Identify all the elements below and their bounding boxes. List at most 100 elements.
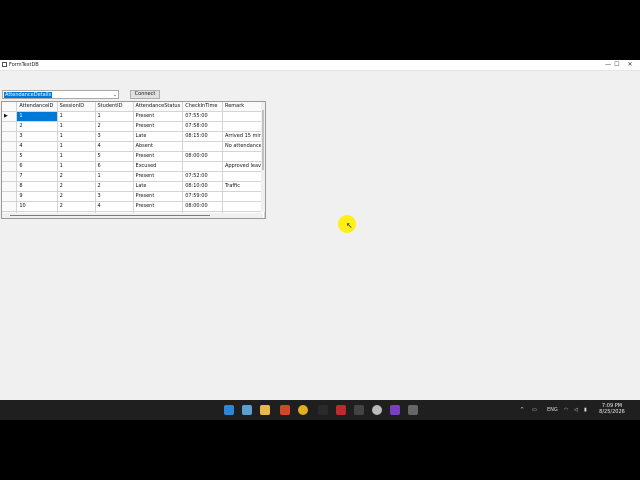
grid-cell[interactable]: 07:59:00 (182, 191, 223, 203)
connect-button[interactable]: Connect (130, 90, 160, 99)
row-header[interactable]: ▶ (2, 111, 18, 123)
grid-cell[interactable]: Present (133, 151, 184, 163)
table-row[interactable]: 4 1 4 Absent No attendance (2, 141, 265, 153)
grid-cell[interactable]: Absent (133, 141, 184, 153)
grid-cell[interactable]: 1 (16, 111, 58, 123)
visual-studio-icon[interactable] (390, 405, 400, 415)
grid-cell[interactable]: 1 (57, 131, 96, 143)
table-row[interactable]: 3 1 3 Late 08:15:00 Arrived 15 min (2, 131, 265, 143)
grid-cell[interactable] (222, 201, 265, 213)
battery-icon[interactable]: ▮ (584, 405, 587, 415)
grid-cell[interactable]: Traffic (222, 181, 265, 193)
grid-cell[interactable]: 3 (95, 191, 134, 203)
grid-cell[interactable]: Present (133, 191, 184, 203)
chevron-down-icon[interactable]: ⌄ (113, 91, 117, 99)
grid-cell[interactable]: 4 (16, 141, 58, 153)
grid-cell[interactable] (182, 141, 223, 153)
row-header[interactable] (2, 141, 18, 153)
grid-cell[interactable]: 1 (95, 111, 134, 123)
grid-cell[interactable]: Late (133, 181, 184, 193)
app-icon-2[interactable] (318, 405, 328, 415)
grid-cell[interactable] (222, 151, 265, 163)
grid-cell[interactable]: Arrived 15 min (222, 131, 265, 143)
grid-cell[interactable]: 07:58:00 (182, 121, 223, 133)
app-icon-5[interactable] (372, 405, 382, 415)
table-row[interactable]: ▶ 1 1 1 Present 07:55:00 (2, 111, 265, 123)
grid-cell[interactable]: 2 (16, 121, 58, 133)
grid-cell[interactable]: 10 (16, 201, 58, 213)
grid-cell[interactable]: 1 (57, 111, 96, 123)
grid-cell[interactable]: 1 (57, 151, 96, 163)
taskbar-clock[interactable]: 7:09 PM 8/25/2026 (592, 403, 632, 415)
grid-cell[interactable]: 07:55:00 (182, 111, 223, 123)
grid-cell[interactable]: 08:10:00 (182, 181, 223, 193)
grid-cell[interactable]: 2 (57, 201, 96, 213)
language-indicator[interactable]: ENG (547, 405, 558, 415)
grid-cell[interactable]: 08:00:00 (182, 151, 223, 163)
grid-cell[interactable]: 5 (95, 151, 134, 163)
file-explorer-icon[interactable] (260, 405, 270, 415)
data-grid[interactable]: AttendanceID SessionID StudentID Attenda… (1, 101, 266, 219)
grid-cell[interactable]: Present (133, 201, 184, 213)
grid-cell[interactable]: 07:52:00 (182, 171, 223, 183)
close-button[interactable]: ✕ (622, 60, 638, 70)
table-row[interactable]: 2 1 2 Present 07:58:00 (2, 121, 265, 133)
horizontal-scrollbar[interactable] (2, 213, 263, 218)
grid-cell[interactable]: 7 (16, 171, 58, 183)
widgets-icon[interactable] (242, 405, 252, 415)
tray-chevron-icon[interactable]: ^ (520, 405, 524, 415)
grid-cell[interactable]: 2 (95, 121, 134, 133)
grid-cell[interactable] (222, 191, 265, 203)
grid-cell[interactable]: Approved leav (222, 161, 265, 173)
grid-cell[interactable]: 2 (95, 181, 134, 193)
grid-cell[interactable]: 4 (95, 141, 134, 153)
row-header[interactable] (2, 171, 18, 183)
row-header[interactable] (2, 151, 18, 163)
grid-cell[interactable]: 1 (57, 161, 96, 173)
row-header[interactable] (2, 161, 18, 173)
grid-cell[interactable]: Present (133, 121, 184, 133)
start-icon[interactable] (224, 405, 234, 415)
grid-cell[interactable]: 2 (57, 171, 96, 183)
grid-cell[interactable]: 1 (57, 121, 96, 133)
grid-cell[interactable]: Present (133, 171, 184, 183)
table-select-combobox[interactable]: AttendanceDetails ⌄ (2, 90, 119, 99)
grid-cell[interactable]: 5 (16, 151, 58, 163)
column-header[interactable]: AttendanceStatus (133, 102, 184, 113)
grid-cell[interactable]: 08:15:00 (182, 131, 223, 143)
column-header[interactable]: AttendanceID (16, 102, 58, 113)
tray-icon[interactable]: ▭ (532, 405, 537, 415)
column-header[interactable]: SessionID (57, 102, 96, 113)
grid-cell[interactable]: 1 (57, 141, 96, 153)
grid-cell[interactable]: 6 (95, 161, 134, 173)
grid-cell[interactable]: 3 (16, 131, 58, 143)
table-row[interactable]: 6 1 6 Excused Approved leav (2, 161, 265, 173)
grid-cell[interactable]: 2 (57, 191, 96, 203)
grid-cell[interactable] (222, 121, 265, 133)
grid-cell[interactable]: Present (133, 111, 184, 123)
row-header[interactable] (2, 201, 18, 213)
app-icon-1[interactable] (280, 405, 290, 415)
grid-cell[interactable]: 9 (16, 191, 58, 203)
grid-cell[interactable] (222, 171, 265, 183)
row-header[interactable] (2, 131, 18, 143)
vertical-scrollbar[interactable] (261, 102, 265, 212)
grid-cell[interactable]: 3 (95, 131, 134, 143)
grid-cell[interactable]: Excused (133, 161, 184, 173)
grid-cell[interactable]: No attendance (222, 141, 265, 153)
app-icon-6[interactable] (408, 405, 418, 415)
row-header[interactable] (2, 121, 18, 133)
grid-cell[interactable]: 6 (16, 161, 58, 173)
grid-cell[interactable] (182, 161, 223, 173)
row-header[interactable] (2, 181, 18, 193)
grid-cell[interactable]: Late (133, 131, 184, 143)
column-header[interactable]: CheckInTime (182, 102, 223, 113)
grid-cell[interactable]: 4 (95, 201, 134, 213)
row-header[interactable] (2, 191, 18, 203)
wifi-icon[interactable]: ◠ (564, 405, 568, 415)
volume-icon[interactable]: ◁ (574, 405, 578, 415)
table-row[interactable]: 5 1 5 Present 08:00:00 (2, 151, 265, 163)
grid-cell[interactable]: 08:00:00 (182, 201, 223, 213)
table-row[interactable]: 7 2 1 Present 07:52:00 (2, 171, 265, 183)
table-row[interactable]: 9 2 3 Present 07:59:00 (2, 191, 265, 203)
